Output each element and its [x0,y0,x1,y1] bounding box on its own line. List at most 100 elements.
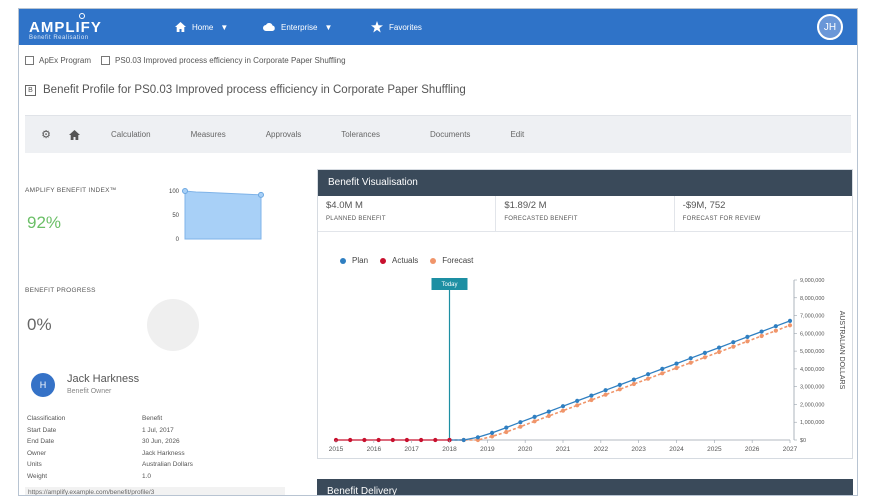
breadcrumb-item-program[interactable]: ApEx Program [25,55,91,65]
data-point-plan [631,377,636,382]
x-tick-label: 2025 [707,446,722,453]
data-point-plan [603,388,608,393]
data-point-actuals [390,437,395,443]
nav-enterprise-label: Enterprise [281,22,318,32]
y-tick-label: 9,000,000 [800,278,824,284]
kpi-value: -$9M, 752 [682,200,726,211]
kpi-strip: $4.0M M PLANNED BENEFIT $1.89/2 M FORECA… [318,196,852,232]
series-line-forecast [449,324,791,441]
kpi-planned-benefit: $4.0M M PLANNED BENEFIT [318,196,497,231]
program-icon [25,55,34,65]
detail-row: Units Australian Dollars [27,459,277,471]
x-tick-label: 2021 [556,446,571,453]
settings-icon[interactable]: ⚙ [39,128,53,142]
benefit-progress-value: 0% [27,315,52,334]
page-title: B Benefit Profile for PS0.03 Improved pr… [25,81,466,99]
data-point-actuals [362,437,367,443]
owner-name[interactable]: Jack Harkness [67,373,139,385]
kpi-value: $4.0M M [326,200,363,211]
data-point-forecast [589,397,594,403]
detail-row: End Date 30 Jun, 2026 [27,436,277,448]
tab-measures[interactable]: Measures [191,130,226,139]
y-tick-label: 7,000,000 [800,314,824,320]
data-point-forecast [731,344,736,349]
data-point-plan [646,372,651,377]
avatar: H [31,373,55,397]
nav-enterprise[interactable]: Enterprise ▼ [263,19,332,35]
detail-key: Start Date [27,426,57,434]
x-tick-label: 2017 [404,446,419,453]
tab-tolerances[interactable]: Tolerances [341,130,380,139]
x-tick-label: 2027 [783,446,798,453]
series-line-plan [449,320,791,441]
legend-marker [380,257,387,264]
x-tick-label: 2022 [594,446,609,453]
data-point-plan [717,345,722,350]
detail-key: Classification [27,415,66,423]
benefit-delivery-card-title: Benefit Delivery [317,479,853,495]
data-point-actuals [433,437,438,443]
card-title: Benefit Visualisation [318,170,852,196]
y-tick-label: 3,000,000 [800,385,824,391]
nav-favorites-label: Favorites [389,22,422,32]
legend-item-actuals[interactable]: Actuals [380,256,418,265]
data-point-forecast [759,333,764,339]
user-avatar[interactable]: JH [817,14,843,40]
tab-calculation[interactable]: Calculation [111,130,151,139]
data-point-plan [674,361,679,366]
data-point-plan [617,382,622,387]
benefit-profile-icon: B [25,84,36,96]
data-point-forecast [617,387,622,392]
detail-key: End Date [27,438,55,446]
benefit-visualisation-card: Benefit Visualisation $4.0M M PLANNED BE… [317,169,853,459]
detail-key: Units [27,461,42,469]
tab-edit[interactable]: Edit [510,130,524,139]
data-point-forecast [504,429,509,435]
x-tick-label: 2015 [329,446,344,453]
x-tick-label: 2019 [480,446,495,453]
tab-approvals[interactable]: Approvals [266,130,302,139]
data-point-plan [787,318,793,323]
home-icon [174,21,186,33]
data-point-plan [475,435,480,440]
legend-label: Plan [352,256,369,265]
detail-value: Benefit [142,415,163,423]
detail-key: Weight [27,472,48,480]
chevron-down-icon: ▼ [220,22,229,32]
home-icon[interactable] [67,128,81,142]
data-point-plan [773,324,778,329]
mini-point [182,188,188,194]
data-point-forecast [674,365,679,371]
legend-item-forecast[interactable]: Forecast [430,256,473,265]
detail-value: Australian Dollars [142,461,193,469]
nav-home[interactable]: Home ▼ [174,19,228,35]
kpi-label: PLANNED BENEFIT [326,216,386,222]
data-point-actuals [404,437,409,443]
data-point-plan [560,404,566,409]
benefit-index-chart: 100 50 0 [169,188,264,243]
data-point-forecast [603,392,608,397]
y-tick-label: $0 [800,438,806,444]
data-point-plan [546,409,551,414]
owner-role: Benefit Owner [67,388,112,395]
browser-status-url: https://amplify.example.com/benefit/prof… [25,487,285,495]
data-point-forecast [646,376,651,381]
data-point-forecast [702,355,707,360]
data-point-forecast [660,371,665,376]
data-point-forecast [546,413,551,419]
legend-marker [430,257,437,264]
nav-favorites[interactable]: Favorites [371,19,422,35]
detail-key: Owner [27,449,47,457]
data-point-plan [518,420,523,425]
data-point-plan [702,350,707,355]
detail-value[interactable]: Jack Harkness [142,450,185,457]
detail-row: Start Date 1 Jul, 2017 [27,425,277,437]
today-label: Today [441,282,457,288]
breadcrumb-item-project[interactable]: PS0.03 Improved process efficiency in Co… [101,55,346,65]
amplify-logo[interactable]: AMPLIFY Benefit Realisation [29,13,139,41]
y-tick-label: 6,000,000 [800,331,824,337]
y-tick-label: 8,000,000 [800,296,824,302]
app-window: AMPLIFY Benefit Realisation Home ▼ Enter… [18,8,858,496]
tab-documents[interactable]: Documents [430,130,470,139]
legend-item-plan[interactable]: Plan [340,256,368,265]
